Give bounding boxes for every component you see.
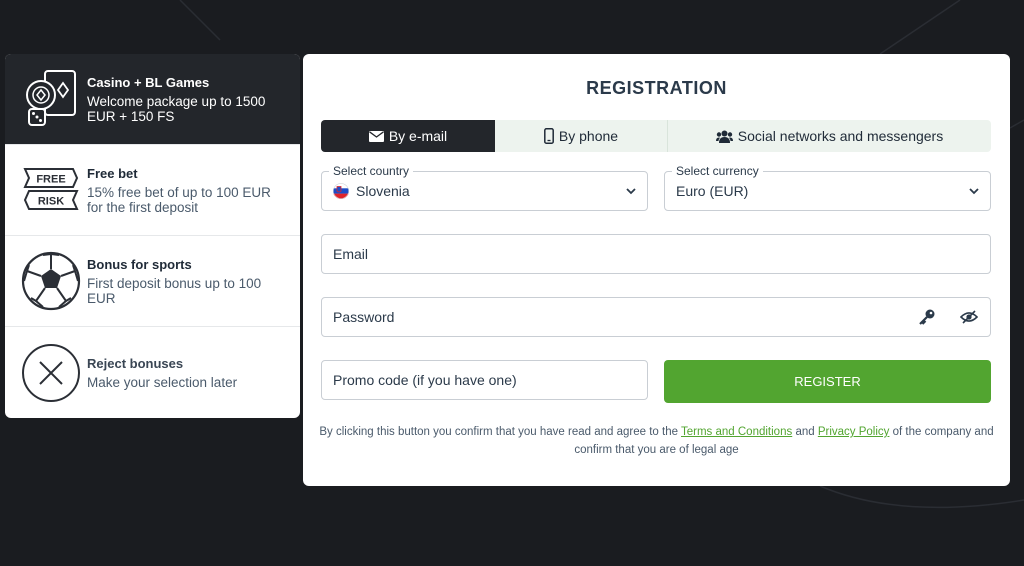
bonus-description: 15% free bet of up to 100 EUR for the fi… bbox=[87, 184, 271, 215]
currency-value: Euro (EUR) bbox=[676, 183, 749, 199]
privacy-policy-link[interactable]: Privacy Policy bbox=[818, 426, 890, 438]
registration-method-tabs: By e-mail By phone Social networks and m… bbox=[321, 120, 991, 152]
bonus-option-sports[interactable]: Bonus for sports First deposit bonus up … bbox=[5, 236, 300, 327]
terms-link[interactable]: Terms and Conditions bbox=[681, 426, 792, 438]
page-title: REGISTRATION bbox=[586, 78, 727, 98]
svg-text:RISK: RISK bbox=[38, 196, 64, 208]
bonus-description: Welcome package up to 1500 EUR + 150 FS bbox=[87, 93, 266, 124]
bonus-title: Free bet bbox=[87, 165, 138, 181]
svg-text:FREE: FREE bbox=[36, 174, 65, 186]
casino-chips-icon bbox=[21, 69, 81, 129]
bonus-title: Casino + BL Games bbox=[87, 74, 210, 90]
legal-notice: By clicking this button you confirm that… bbox=[313, 423, 1000, 459]
currency-select-label: Select currency bbox=[672, 164, 763, 178]
tab-label: By e-mail bbox=[388, 128, 448, 144]
bonus-option-reject[interactable]: Reject bonuses Make your selection later bbox=[5, 327, 300, 418]
chevron-down-icon bbox=[626, 188, 636, 195]
close-circle-icon bbox=[21, 343, 81, 403]
country-select[interactable]: Select country Slovenia bbox=[321, 164, 648, 211]
bonus-selection-panel: Casino + BL Games Welcome package up to … bbox=[5, 54, 300, 418]
tab-phone[interactable]: By phone bbox=[495, 120, 668, 152]
phone-icon bbox=[543, 128, 554, 144]
tab-label: Social networks and messengers bbox=[737, 128, 944, 144]
bonus-description: Make your selection later bbox=[87, 374, 238, 390]
promo-code-field[interactable]: Promo code (if you have one) bbox=[321, 360, 648, 400]
email-placeholder: Email bbox=[333, 246, 369, 262]
tab-label: By phone bbox=[558, 128, 619, 144]
soccer-ball-icon bbox=[21, 251, 81, 311]
registration-form: REGISTRATION By e-mail By phone Social n… bbox=[303, 54, 1010, 486]
eye-hidden-icon[interactable] bbox=[960, 308, 978, 326]
password-placeholder: Password bbox=[333, 309, 395, 325]
register-button[interactable]: REGISTER bbox=[664, 360, 991, 403]
users-icon bbox=[715, 130, 733, 143]
tab-email[interactable]: By e-mail bbox=[321, 120, 495, 152]
email-field[interactable]: Email bbox=[321, 234, 991, 274]
country-select-label: Select country bbox=[329, 164, 414, 178]
promo-placeholder: Promo code (if you have one) bbox=[333, 372, 517, 388]
country-value: Slovenia bbox=[356, 183, 410, 199]
password-field[interactable]: Password bbox=[321, 297, 991, 337]
legal-text: and bbox=[795, 426, 815, 438]
free-risk-icon: FREE RISK bbox=[21, 160, 81, 220]
bonus-option-free-bet[interactable]: FREE RISK Free bet 15% free bet of up to… bbox=[5, 145, 300, 236]
tab-social-networks[interactable]: Social networks and messengers bbox=[668, 120, 991, 152]
bonus-title: Reject bonuses bbox=[87, 355, 184, 371]
legal-text: By clicking this button you confirm that… bbox=[319, 426, 678, 438]
key-icon[interactable] bbox=[918, 308, 936, 326]
chevron-down-icon bbox=[969, 188, 979, 195]
bonus-option-casino[interactable]: Casino + BL Games Welcome package up to … bbox=[5, 54, 300, 145]
bonus-description: First deposit bonus up to 100 EUR bbox=[87, 275, 262, 306]
bonus-title: Bonus for sports bbox=[87, 256, 192, 272]
envelope-icon bbox=[368, 130, 384, 142]
slovenia-flag-icon bbox=[333, 183, 349, 199]
currency-select[interactable]: Select currency Euro (EUR) bbox=[664, 164, 991, 211]
